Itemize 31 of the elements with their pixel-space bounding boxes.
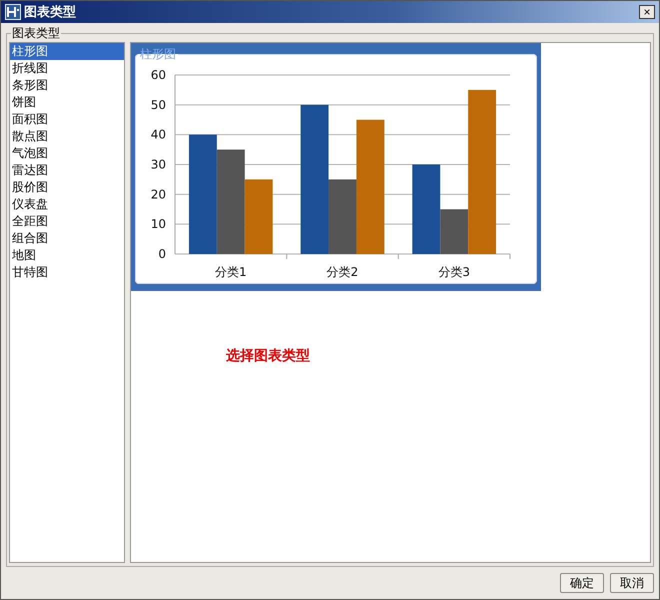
list-item[interactable]: 全距图 [10,213,124,230]
category-label: 分类1 [215,265,247,279]
list-item[interactable]: 散点图 [10,128,124,145]
list-item[interactable]: 饼图 [10,94,124,111]
list-item[interactable]: 甘特图 [10,264,124,281]
hint-text: 选择图表类型 [226,347,311,365]
tick-label: 0 [158,247,166,261]
list-item[interactable]: 面积图 [10,111,124,128]
app-icon [5,4,21,20]
tick-label: 40 [150,128,166,142]
list-item[interactable]: 仪表盘 [10,196,124,213]
close-button[interactable]: × [639,5,655,19]
group-label: 图表类型 [11,25,61,42]
category-label: 分类2 [326,265,358,279]
tick-label: 60 [150,68,166,82]
list-item[interactable]: 柱形图 [10,43,124,60]
category-label: 分类3 [438,265,470,279]
list-item[interactable]: 气泡图 [10,145,124,162]
list-item[interactable]: 折线图 [10,60,124,77]
dialog-button[interactable]: 确定 [560,573,604,593]
tick-label: 50 [150,98,166,112]
tick-label: 20 [150,187,166,202]
dialog-button[interactable]: 取消 [610,573,654,593]
tick-label: 30 [150,158,166,172]
list-item[interactable]: 条形图 [10,77,124,94]
list-item[interactable]: 股价图 [10,179,124,196]
window-title: 图表类型 [24,4,77,21]
list-item[interactable]: 地图 [10,247,124,264]
tick-label: 10 [150,217,166,232]
list-item[interactable]: 组合图 [10,230,124,247]
list-item[interactable]: 雷达图 [10,162,124,179]
